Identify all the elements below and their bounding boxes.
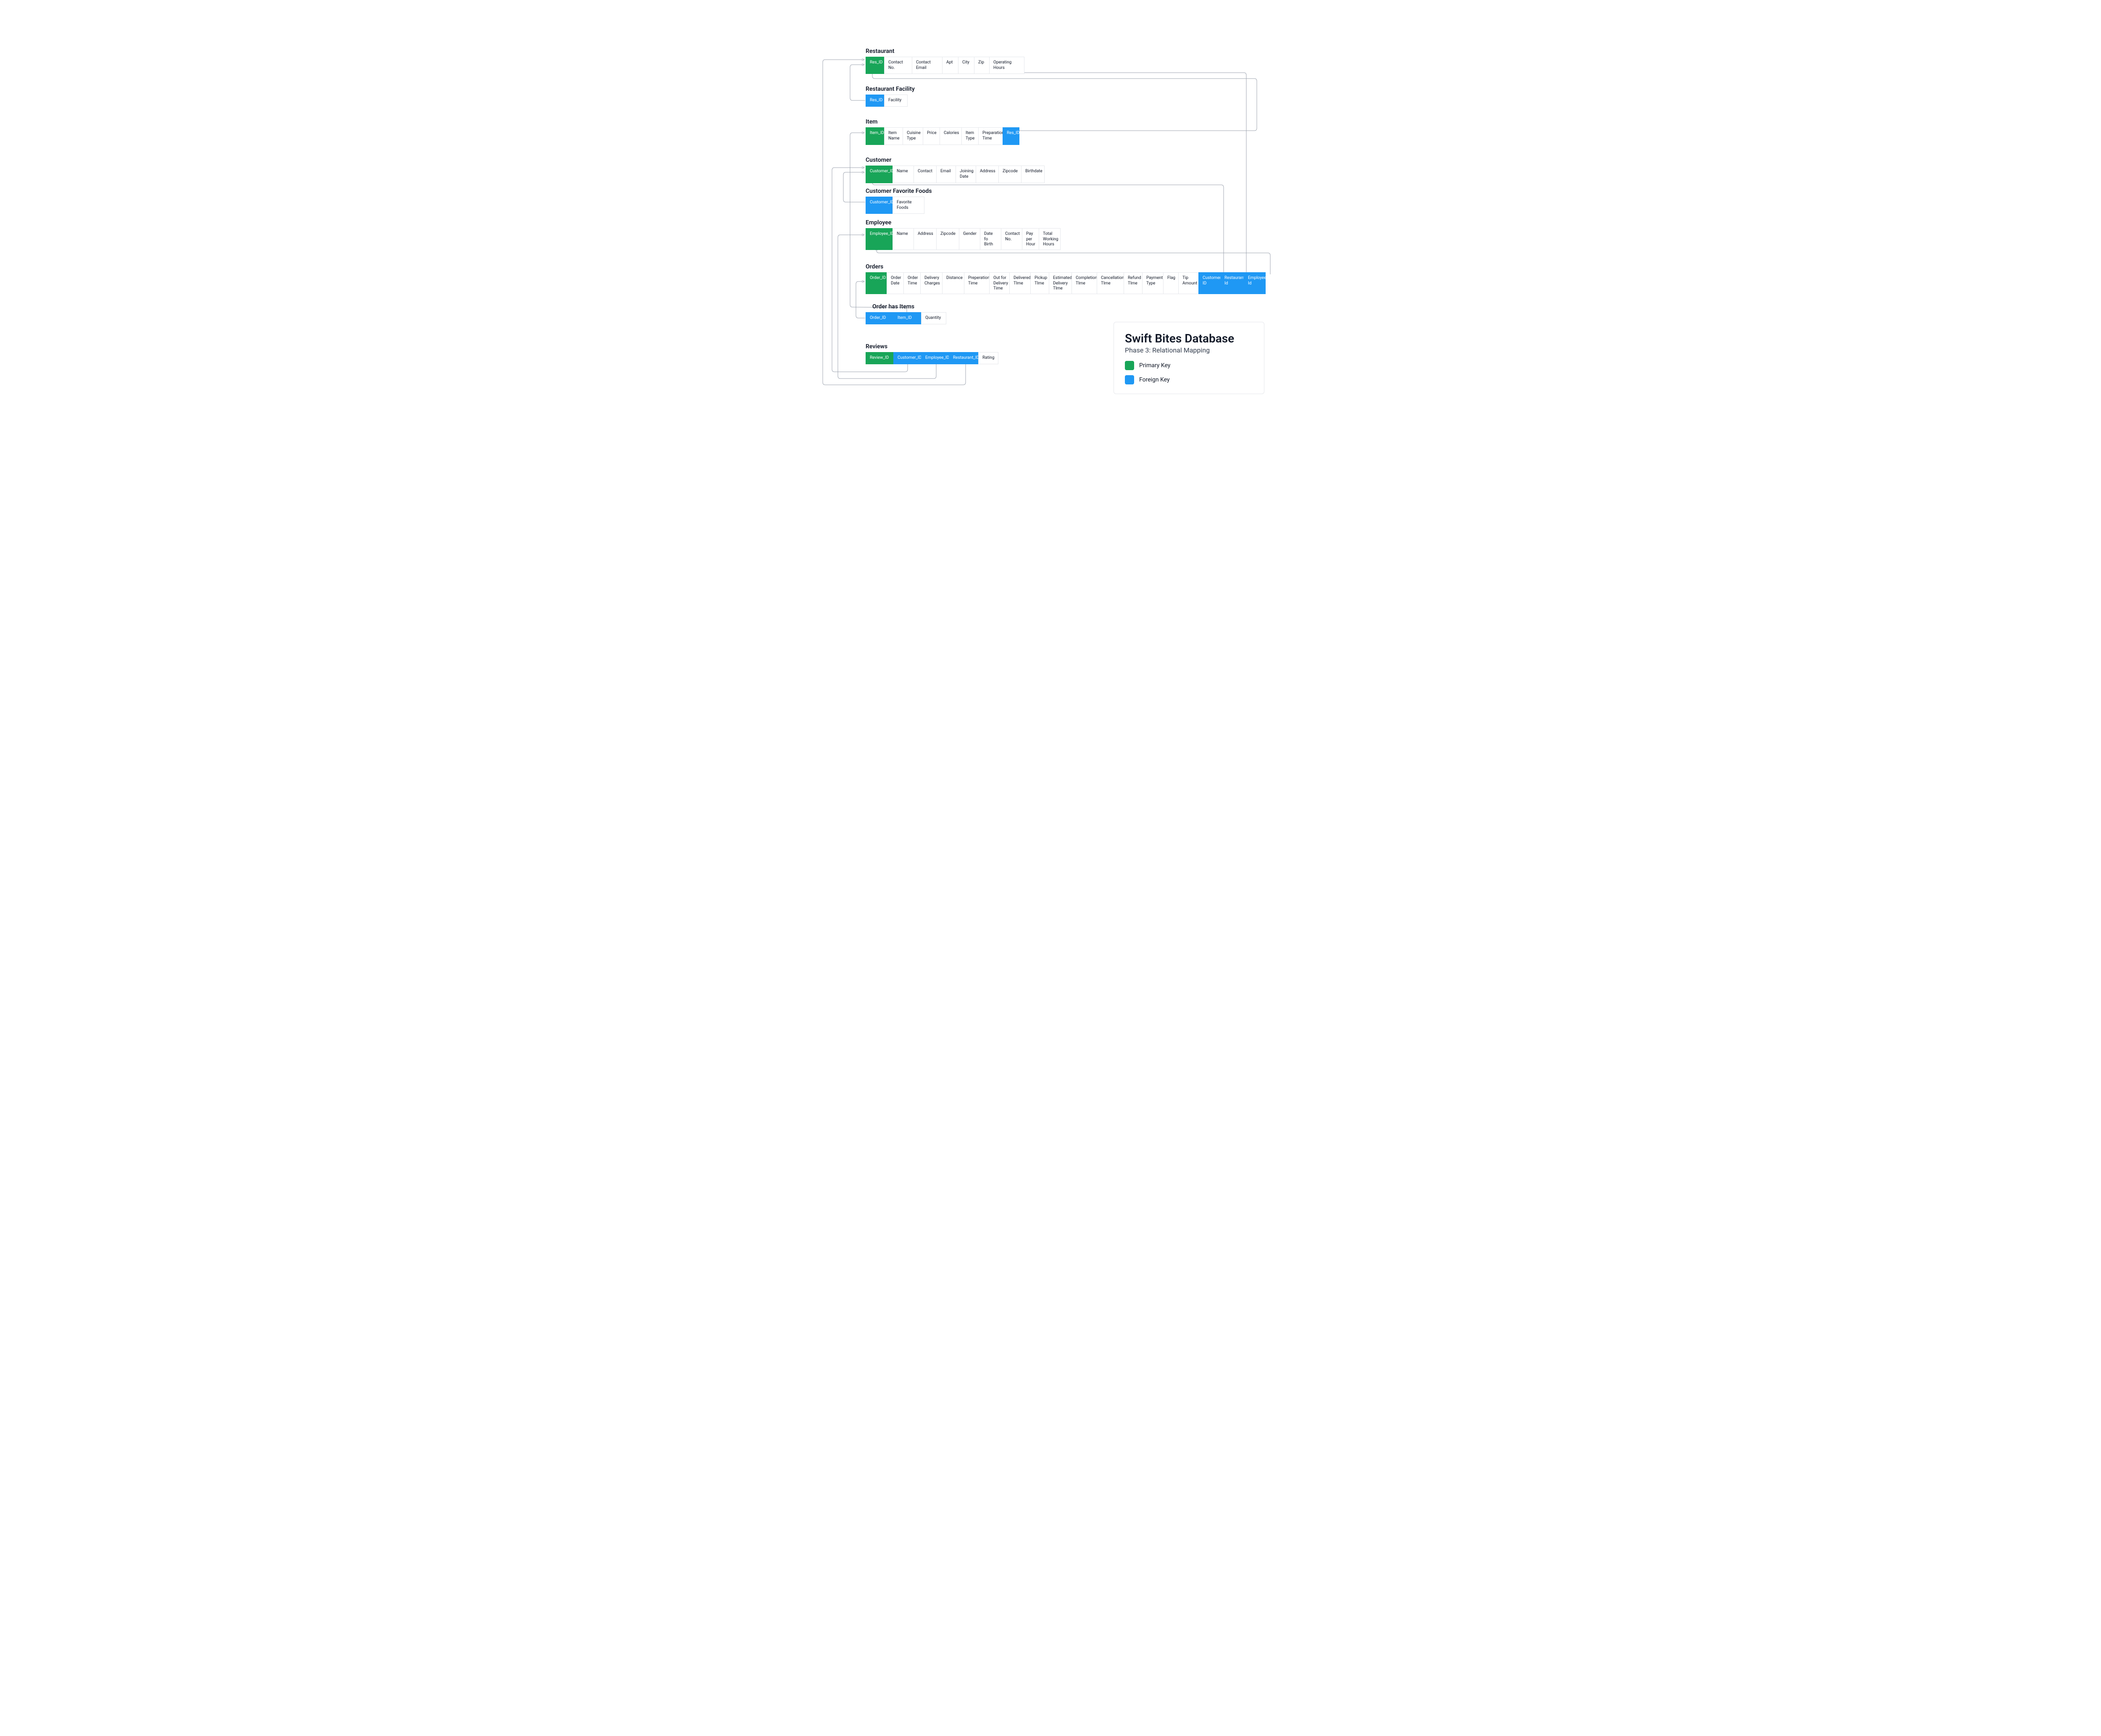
table-row: Review_ID Customer_ID Employee_ID Restau… <box>866 352 998 364</box>
column: Joining Date <box>956 166 976 183</box>
column: Gender <box>959 228 980 250</box>
table-row: Item_ID Item Name Cuisine Type Price Cal… <box>866 127 1019 145</box>
column: Operating Hours <box>989 57 1024 74</box>
legend-panel: Swift Bites Database Phase 3: Relational… <box>1114 322 1264 394</box>
column: Favorite Foods <box>893 197 924 214</box>
column-pk: Item_ID <box>866 127 884 145</box>
column-fk: Restaurant_ID <box>949 352 978 364</box>
column: Name <box>893 228 914 250</box>
column-fk: Customer_ID <box>866 197 893 214</box>
column: Contact <box>914 166 936 183</box>
table-title-reviews: Reviews <box>866 343 887 350</box>
column: Quantity <box>921 312 946 324</box>
column: Contact No. <box>1001 228 1022 250</box>
column: Facility <box>884 95 908 107</box>
table-row: Customer_ID Name Contact Email Joining D… <box>866 166 1045 183</box>
column: Item Name <box>884 127 903 145</box>
column: Contact Email <box>912 57 942 74</box>
column: Cancellation TIme <box>1097 272 1124 294</box>
column: Order Time <box>903 272 920 294</box>
table-row: Customer_ID Favorite Foods <box>866 197 924 214</box>
column: City <box>958 57 974 74</box>
column: Price <box>923 127 940 145</box>
legend-pk-label: Primary Key <box>1139 362 1170 369</box>
column-pk: Review_ID <box>866 352 893 364</box>
column: Birthdate <box>1021 166 1045 183</box>
column-pk: Customer_ID <box>866 166 893 183</box>
column: Cuisine Type <box>903 127 923 145</box>
column: Pickup TIme <box>1030 272 1049 294</box>
table-row: Employee_ID Name Address Zipcode Gender … <box>866 228 1061 250</box>
column: Item Type <box>961 127 978 145</box>
table-title-customer-favorite-foods: Customer Favorite Foods <box>866 188 932 195</box>
column: Address <box>976 166 998 183</box>
column-pk: Employee_ID <box>866 228 893 250</box>
column: Zipcode <box>936 228 959 250</box>
table-row: Order_ID Order Date Order Time Delivery … <box>866 272 1266 294</box>
column: Zip <box>974 57 989 74</box>
table-row: Res_ID Facility <box>866 95 908 107</box>
column-fk: Order_ID <box>866 312 893 324</box>
column: Delivery Charges <box>920 272 942 294</box>
column: Tip Amount <box>1178 272 1198 294</box>
column: Refund TIme <box>1124 272 1142 294</box>
table-title-order-has-items: Order has Items <box>872 303 914 310</box>
column: Name <box>893 166 914 183</box>
column: Email <box>936 166 956 183</box>
table-row: Order_ID Item_ID Quantity <box>866 312 946 324</box>
column-fk: Customer ID <box>1198 272 1220 294</box>
column-fk: Restaurant Id <box>1220 272 1244 294</box>
table-title-restaurant: Restaurant <box>866 48 895 55</box>
column: Zipcode <box>998 166 1021 183</box>
column: Estimated Delivery TIme <box>1049 272 1072 294</box>
column: Contact No. <box>884 57 912 74</box>
column: Distance <box>942 272 964 294</box>
table-title-customer: Customer <box>866 157 891 163</box>
column-fk: Employee Id <box>1244 272 1266 294</box>
column: Flag <box>1163 272 1178 294</box>
column-fk: Res_ID <box>866 95 884 107</box>
column-fk: Item_ID <box>893 312 921 324</box>
column-pk: Res_ID <box>866 57 884 74</box>
table-title-orders: Orders <box>866 263 883 270</box>
table-row: Res_ID Contact No. Contact Email Apt Cit… <box>866 57 1024 74</box>
column: Preperation Time <box>964 272 989 294</box>
diagram-canvas: Restaurant Res_ID Contact No. Contact Em… <box>782 0 1319 411</box>
column-fk: Customer_ID <box>893 352 921 364</box>
column: Pay per Hour <box>1022 228 1039 250</box>
legend-key-fk: Foreign Key <box>1125 375 1253 384</box>
column: Out for Delivery Time <box>989 272 1009 294</box>
column-pk: Order_ID <box>866 272 887 294</box>
legend-fk-label: Foreign Key <box>1139 376 1170 383</box>
table-title-restaurant-facility: Restaurant Facility <box>866 86 915 92</box>
fk-swatch <box>1125 375 1134 384</box>
column: Calories <box>940 127 961 145</box>
column: Apt <box>942 57 958 74</box>
column: Date fo Birth <box>980 228 1001 250</box>
pk-swatch <box>1125 361 1134 370</box>
column: Address <box>914 228 936 250</box>
column: Total Working Hours <box>1039 228 1061 250</box>
column: Delivered TIme <box>1009 272 1030 294</box>
column-fk: Res_ID <box>1003 127 1019 145</box>
table-title-item: Item <box>866 118 877 125</box>
legend-title: Swift Bites Database <box>1125 331 1253 345</box>
column: Order Date <box>887 272 903 294</box>
column: Rating <box>978 352 998 364</box>
legend-key-pk: Primary Key <box>1125 361 1253 370</box>
column: Preparation Time <box>978 127 1003 145</box>
table-title-employee: Employee <box>866 219 891 226</box>
column: Payment Type <box>1142 272 1163 294</box>
legend-subtitle: Phase 3: Relational Mapping <box>1125 346 1253 354</box>
column: Completion TIme <box>1072 272 1097 294</box>
column-fk: Employee_ID <box>921 352 949 364</box>
